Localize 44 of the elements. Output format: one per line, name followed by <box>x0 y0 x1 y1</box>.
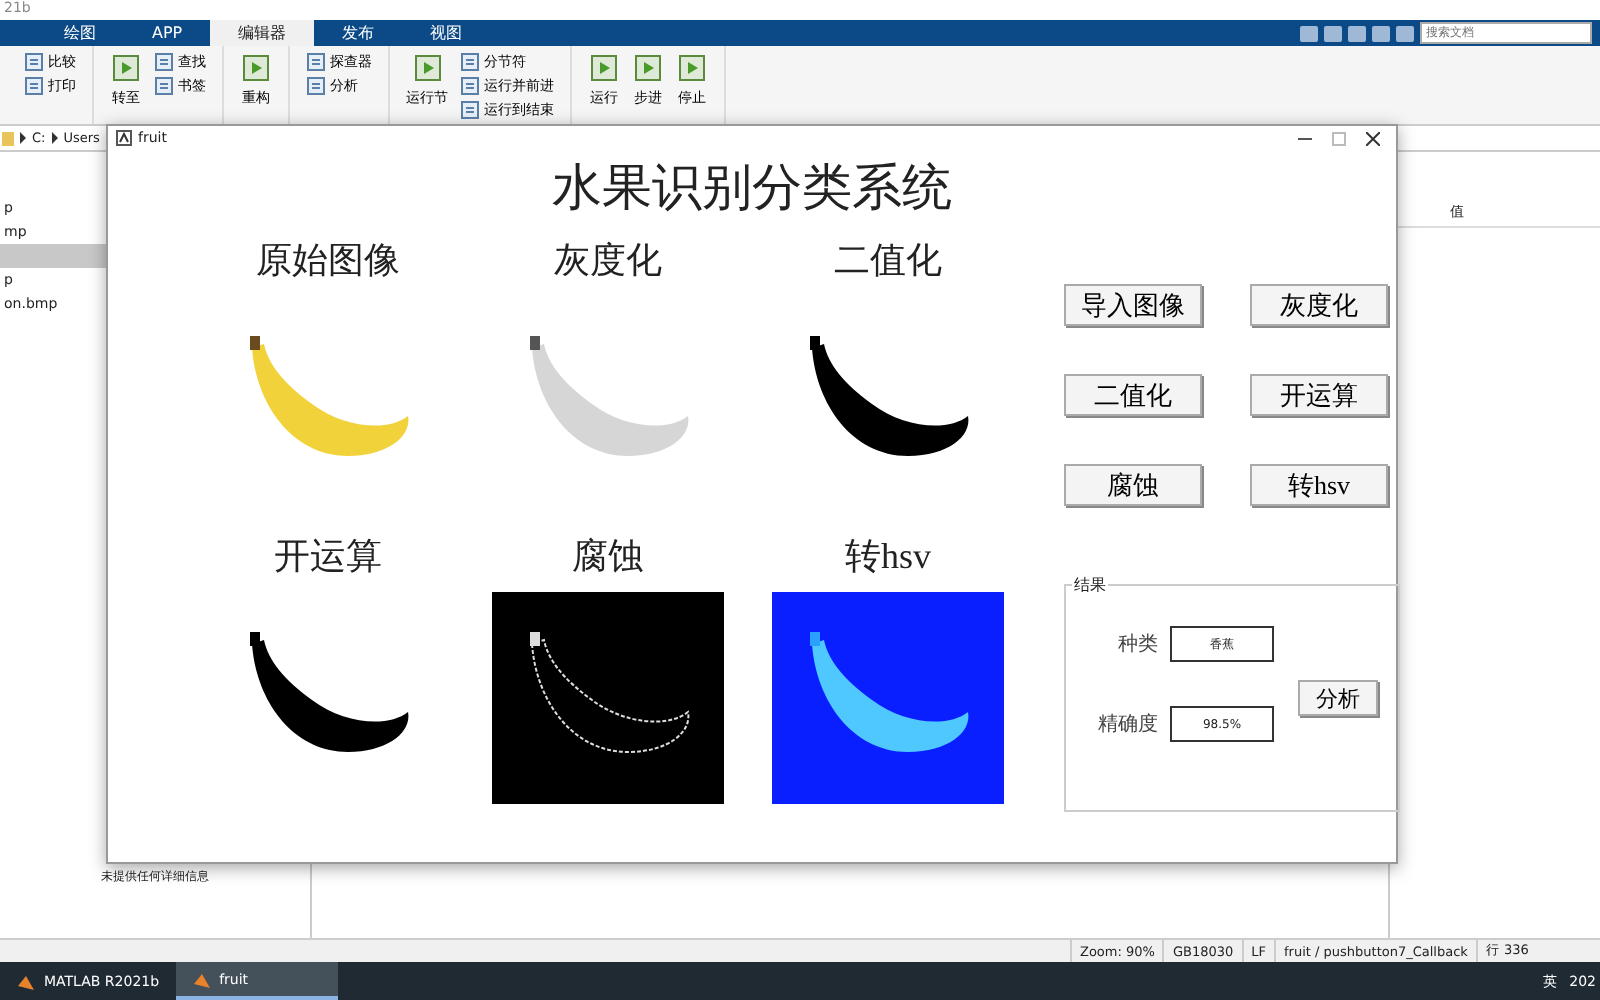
document-icon <box>306 52 326 72</box>
image-label: 腐蚀 <box>572 534 644 580</box>
chevron-icon <box>49 132 60 144</box>
app-heading: 水果识别分类系统 <box>550 160 954 220</box>
document-icon <box>460 52 480 72</box>
ribbon-tab[interactable]: 发布 <box>314 20 403 46</box>
tool-icon <box>411 52 443 84</box>
document-icon <box>154 52 174 72</box>
action-button[interactable]: 转hsv <box>1250 464 1388 506</box>
action-button[interactable]: 腐蚀 <box>1064 464 1202 506</box>
app-icon <box>16 971 36 991</box>
action-button[interactable]: 灰度化 <box>1250 284 1388 326</box>
ribbon-tab[interactable]: 编辑器 <box>210 20 315 46</box>
ribbon-tab[interactable]: 绘图 <box>36 20 124 46</box>
image-label: 灰度化 <box>554 238 662 284</box>
chevron-icon <box>18 132 28 144</box>
action-button[interactable]: 开运算 <box>1250 374 1388 416</box>
image-label: 开运算 <box>274 534 382 580</box>
document-icon <box>460 76 480 96</box>
document-icon <box>460 100 480 120</box>
tool-icon <box>676 52 708 84</box>
image-label: 二值化 <box>834 238 942 284</box>
tool-icon <box>240 52 272 84</box>
action-button[interactable]: 导入图像 <box>1064 284 1202 326</box>
panel-title: 结果 <box>1072 574 1108 596</box>
app-icon <box>191 969 212 989</box>
document-icon <box>154 76 174 96</box>
tool-icon <box>588 52 620 84</box>
field-label: 种类 <box>1116 631 1158 658</box>
close-icon[interactable] <box>1366 131 1380 145</box>
image-label: 转hsv <box>844 534 931 580</box>
ribbon-tab[interactable]: APP <box>124 20 211 46</box>
figure-icon <box>116 130 132 146</box>
folder-icon <box>2 131 14 145</box>
document-icon <box>24 52 44 72</box>
image-label: 原始图像 <box>256 238 400 284</box>
analyze-button[interactable]: 分析 <box>1298 680 1378 716</box>
ribbon-tab[interactable]: 视图 <box>402 20 491 46</box>
action-button[interactable]: 二值化 <box>1064 374 1202 416</box>
tool-icon <box>632 52 664 84</box>
document-icon <box>306 76 326 96</box>
field-label: 精确度 <box>1096 711 1158 738</box>
document-icon <box>24 76 44 96</box>
tool-icon <box>110 52 142 84</box>
